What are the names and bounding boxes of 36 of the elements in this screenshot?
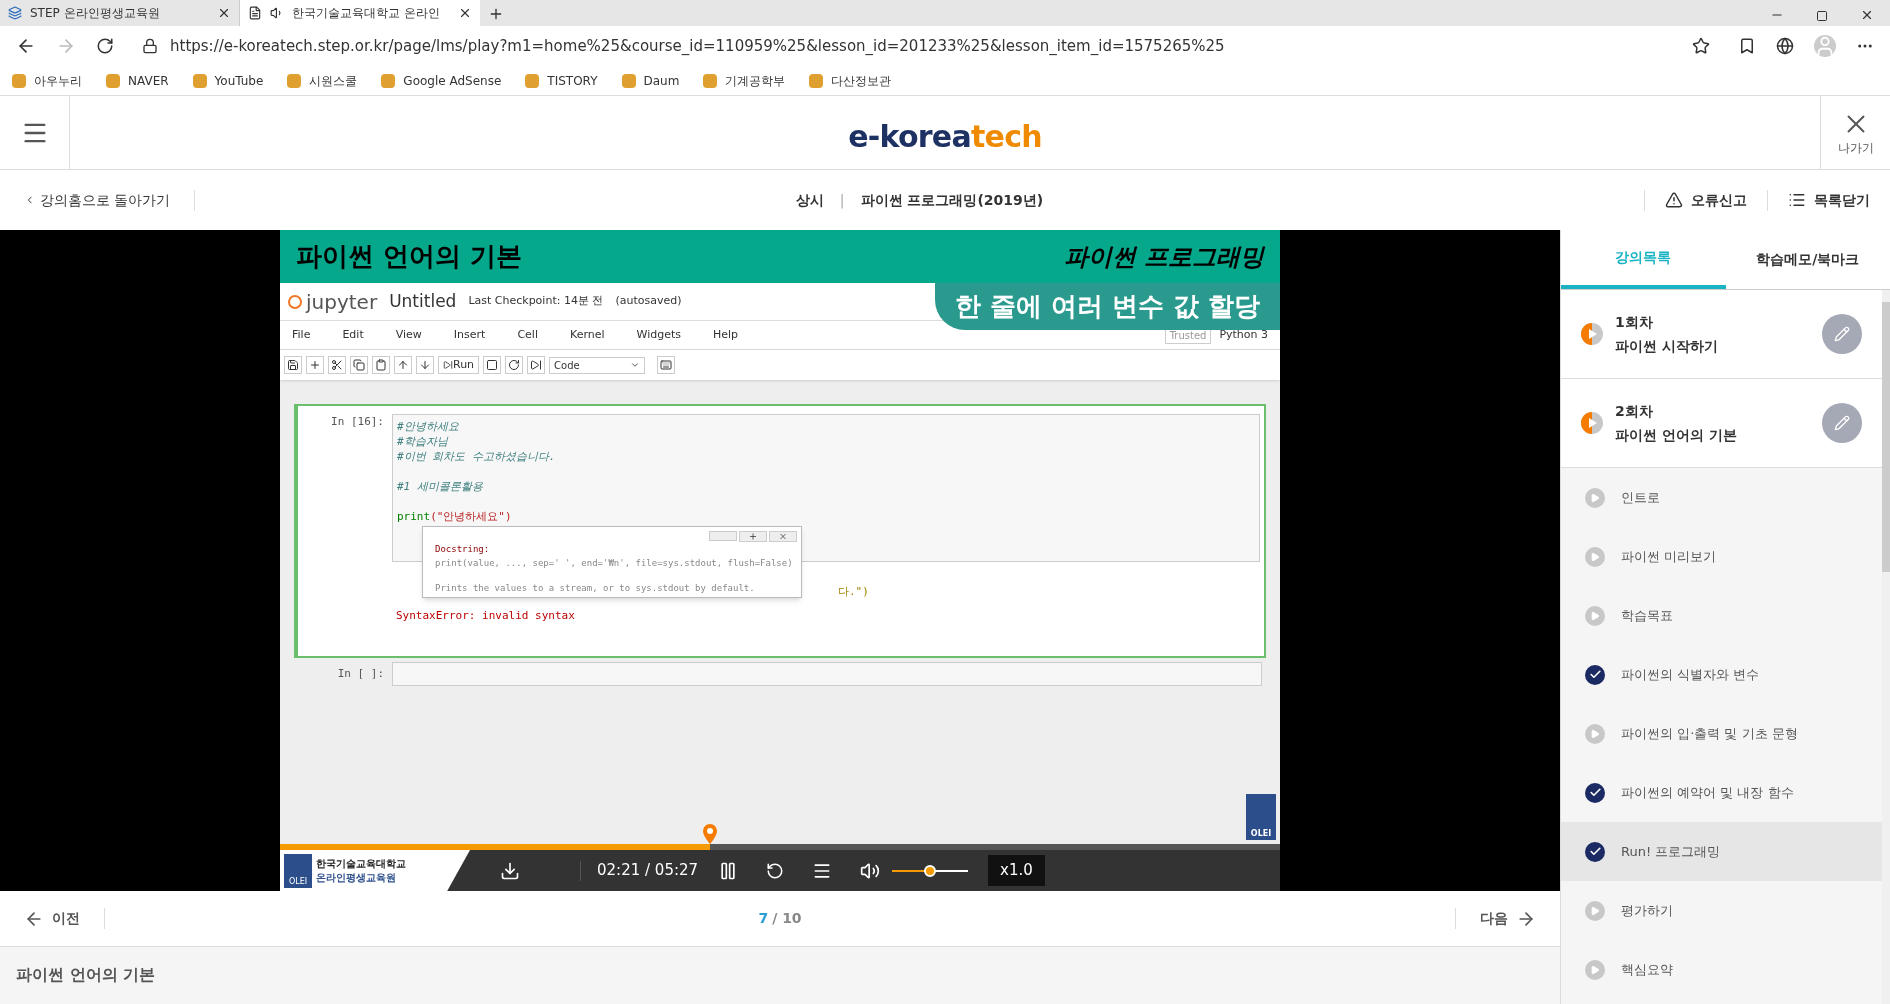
lesson-title: 파이썬 언어의 기본 bbox=[16, 965, 156, 984]
course-period: 상시 bbox=[795, 190, 824, 210]
brand-title: 파이썬 프로그래밍 bbox=[1063, 241, 1264, 273]
tab-title: 한국기술교육대학교 온라인 bbox=[292, 5, 441, 22]
cell-prompt: In [16]: bbox=[330, 414, 385, 430]
olei-logo: OLEI bbox=[284, 853, 312, 888]
code-comment: #이번 회차도 수고하셨습니다. bbox=[397, 449, 557, 464]
banner-title: 파이썬 언어의 기본 bbox=[296, 240, 523, 273]
code-comment: #1 세미콜론활용 bbox=[397, 479, 484, 494]
docstring-text: Prints the values to a stream, or to sys.stdout by default. bbox=[435, 582, 756, 595]
autosave-status: (autosaved) bbox=[615, 293, 682, 310]
session-number: 2회차 bbox=[1615, 402, 1654, 421]
docstring-heading: Docstring: bbox=[435, 543, 491, 556]
cell-prompt: In [ ]: bbox=[336, 665, 385, 682]
institute-subname: 온라인평생교육원 bbox=[316, 870, 397, 885]
separator: | bbox=[839, 190, 845, 211]
playback-time: 02:21 / 05:27 bbox=[597, 860, 699, 882]
url-text: https://e-koreatech.step.or.kr/page/lms/play?m1=home%25&course_id=110959%25&lesson_id=201233%25&lesson_item_id=1575265%25 bbox=[170, 35, 1226, 57]
error-text: SyntaxError: invalid syntax bbox=[396, 608, 575, 624]
output-fragment: 다.") bbox=[838, 584, 869, 600]
code-comment: #안녕하세요 bbox=[397, 419, 460, 434]
page-total: / 10 bbox=[772, 909, 802, 928]
olei-logo: OLEI bbox=[1246, 794, 1276, 840]
notebook-title: Untitled bbox=[389, 289, 457, 313]
tab-title: STEP 온라인평생교육원 bbox=[30, 5, 161, 22]
code-line: print("안녕하세요") bbox=[397, 509, 513, 524]
institute-name: 한국기술교육대학교 bbox=[316, 856, 406, 871]
code-comment: #학습자님 bbox=[397, 434, 449, 449]
course-title: 파이썬 프로그래밍(2019년) bbox=[860, 190, 1044, 210]
jupyter-logo: jupyter bbox=[288, 286, 378, 317]
session-title: 파이썬 언어의 기본 bbox=[1615, 426, 1738, 445]
session-title: 파이썬 시작하기 bbox=[1615, 337, 1719, 356]
slide-subtitle: 한 줄에 여러 변수 값 할당 bbox=[934, 283, 1280, 330]
session-number: 1회차 bbox=[1615, 313, 1654, 332]
page-current: 7 bbox=[758, 909, 769, 928]
checkpoint-text: Last Checkpoint: 14분 전 bbox=[468, 293, 604, 310]
